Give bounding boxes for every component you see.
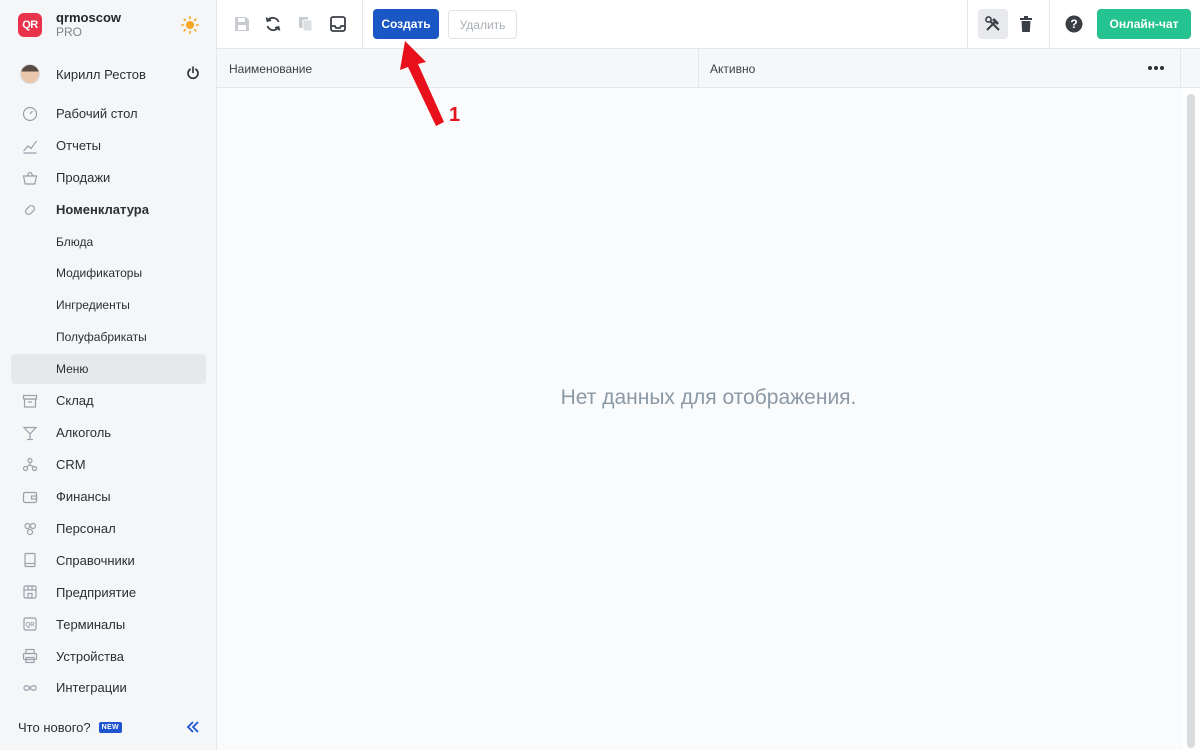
sidebar-subitem-dishes[interactable]: Блюда	[0, 226, 217, 258]
sidebar-item-staff[interactable]: Персонал	[0, 513, 217, 545]
sidebar-item-sales[interactable]: Продажи	[0, 162, 217, 194]
sidebar-subitem-ingredients[interactable]: Ингредиенты	[0, 289, 217, 321]
infinity-icon	[23, 685, 37, 691]
qr-terminal-icon: QR	[23, 617, 37, 631]
wallet-icon	[22, 491, 38, 503]
book-icon	[24, 553, 36, 568]
sidebar-nav: Рабочий стол Отчеты Продажи Номенклатура…	[0, 98, 217, 704]
cocktail-icon	[22, 426, 38, 441]
scrollbar-thumb[interactable]	[1187, 94, 1195, 748]
brand[interactable]: QR qrmoscow PRO	[0, 0, 217, 50]
reports-icon	[23, 140, 37, 154]
column-header-name[interactable]: Наименование	[229, 49, 312, 88]
tools-icon	[985, 16, 1000, 31]
svg-text:QR: QR	[26, 623, 36, 629]
online-chat-button[interactable]: Онлайн-чат	[1097, 9, 1191, 39]
toolbar-divider	[1049, 0, 1050, 48]
sidebar-item-reports[interactable]: Отчеты	[0, 130, 217, 162]
empty-state-text: Нет данных для отображения.	[560, 386, 857, 409]
brand-logo: QR	[18, 13, 42, 37]
user-name: Кирилл Рестов	[56, 66, 146, 82]
sidebar-subitem-menu[interactable]: Меню	[0, 353, 217, 385]
sidebar-item-crm[interactable]: CRM	[0, 449, 217, 481]
table-header: Наименование Активно	[217, 49, 1200, 88]
sidebar-subitem-modifiers[interactable]: Модификаторы	[0, 257, 217, 289]
save-icon[interactable]	[233, 15, 251, 33]
sidebar-footer: Что нового? NEW	[0, 712, 217, 742]
sidebar-item-references[interactable]: Справочники	[0, 544, 217, 576]
dashboard-icon	[22, 106, 38, 122]
sidebar: QR qrmoscow PRO Кирилл Рестов Рабочий ст…	[0, 0, 217, 750]
refresh-icon[interactable]	[264, 15, 282, 33]
sidebar-item-enterprise[interactable]: Предприятие	[0, 576, 217, 608]
scrollbar[interactable]	[1183, 88, 1200, 750]
brand-plan: PRO	[56, 25, 83, 39]
sidebar-item-nomenclature[interactable]: Номенклатура	[0, 194, 217, 226]
toolbar-divider	[967, 0, 968, 48]
power-icon[interactable]	[186, 66, 200, 80]
avatar	[20, 64, 40, 84]
table-body: Нет данных для отображения.	[217, 88, 1183, 750]
sidebar-item-finance[interactable]: Финансы	[0, 481, 217, 513]
create-button[interactable]: Создать	[373, 9, 439, 39]
user-profile[interactable]: Кирилл Рестов	[0, 58, 217, 90]
copy-icon[interactable]	[297, 15, 315, 33]
crm-icon	[22, 457, 38, 471]
trash-icon[interactable]	[1017, 15, 1035, 33]
sidebar-item-dashboard[interactable]: Рабочий стол	[0, 98, 217, 130]
collapse-sidebar-icon[interactable]	[186, 720, 200, 734]
column-divider[interactable]	[698, 49, 699, 88]
help-icon[interactable]: ?	[1065, 15, 1083, 33]
brand-name: qrmoscow	[56, 10, 122, 25]
sidebar-item-warehouse[interactable]: Склад	[0, 385, 217, 417]
tools-button[interactable]	[978, 9, 1008, 39]
column-header-active[interactable]: Активно	[710, 49, 755, 88]
staff-icon	[24, 522, 37, 535]
new-badge: NEW	[98, 721, 122, 733]
printer-icon	[22, 649, 38, 664]
inbox-icon[interactable]	[329, 15, 347, 33]
sun-icon[interactable]	[181, 16, 199, 34]
toolbar: Создать Удалить ? Онлайн-чат	[217, 0, 1200, 49]
sidebar-subitem-semi-finished[interactable]: Полуфабрикаты	[0, 321, 217, 353]
basket-icon	[22, 171, 38, 185]
column-divider	[1180, 49, 1181, 88]
store-icon	[23, 585, 37, 599]
annotation-label: 1	[449, 104, 461, 126]
svg-text:?: ?	[1070, 17, 1077, 31]
sidebar-item-alcohol[interactable]: Алкоголь	[0, 417, 217, 449]
toolbar-divider	[362, 0, 363, 48]
delete-button[interactable]: Удалить	[448, 10, 517, 39]
sidebar-item-terminals[interactable]: QR Терминалы	[0, 608, 217, 640]
whats-new-link[interactable]: Что нового?	[18, 720, 91, 735]
tag-icon	[24, 204, 36, 215]
sidebar-item-devices[interactable]: Устройства	[0, 640, 217, 672]
more-options-icon[interactable]	[1147, 62, 1165, 74]
sidebar-item-integrations[interactable]: Интеграции	[0, 672, 217, 704]
warehouse-icon	[22, 394, 38, 408]
